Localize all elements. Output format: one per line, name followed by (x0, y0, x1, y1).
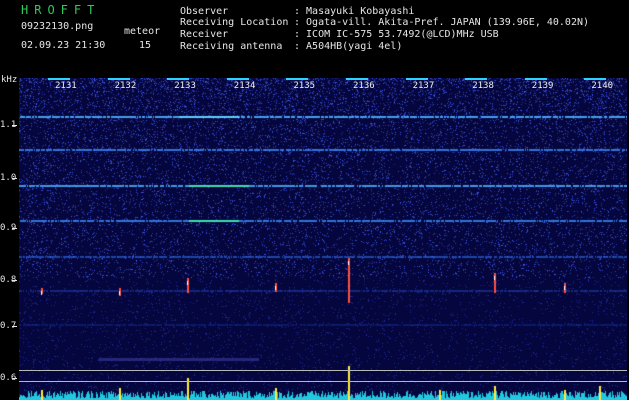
noise-field (19, 78, 627, 400)
location-label: Receiving Location (180, 17, 289, 28)
minute-marker (167, 78, 190, 80)
antenna-value: : A504HB(yagi 4el) (294, 41, 403, 52)
minute-label: 2137 (412, 81, 435, 91)
minute-label: 2134 (233, 81, 256, 91)
y-tick (12, 125, 17, 126)
minute-label: 2136 (353, 81, 375, 91)
minute-marker (346, 78, 368, 80)
y-tick (12, 326, 17, 327)
location-value: : Ogata-vill. Akita-Pref. JAPAN (139.96E… (294, 17, 590, 28)
observer-value: : Masayuki Kobayashi (294, 6, 415, 17)
y-tick (12, 228, 17, 229)
minute-marker (286, 78, 309, 80)
meteor-label: meteor (124, 26, 161, 37)
minute-label: 2139 (531, 81, 554, 91)
datetime: 02.09.23 21:30 (21, 40, 106, 51)
reference-line-upper (19, 370, 627, 371)
minute-marker (48, 78, 70, 80)
hrofft-logo: HROFFT (21, 3, 101, 17)
header: HROFFT 09232130.png 02.09.23 21:30 meteo… (0, 0, 629, 78)
minute-label: 2138 (472, 81, 494, 91)
filename: 09232130.png (21, 21, 94, 32)
y-tick (12, 178, 17, 179)
axis-unit: kHz (1, 75, 18, 85)
minute-label: 2131 (55, 81, 77, 91)
minute-marker (524, 78, 547, 80)
minute-label: 2135 (293, 81, 316, 91)
spectrogram: 2131 2132 2133 2134 2135 2136 2137 2138 2139 2140 (19, 78, 627, 400)
y-tick (12, 378, 17, 379)
minute-marker (405, 78, 428, 80)
observer-label: Observer (180, 6, 229, 17)
receiver-value: : ICOM IC-575 53.7492(@LCD)MHz USB (294, 29, 499, 40)
meteor-count: 15 (139, 40, 152, 51)
minute-label: 2132 (114, 81, 137, 91)
receiver-label: Receiver (180, 29, 229, 40)
minute-label: 2140 (591, 81, 614, 91)
reference-line-lower (19, 381, 627, 382)
antenna-label: Receiving antenna (180, 41, 283, 52)
y-tick (12, 280, 17, 281)
minute-marker (107, 78, 130, 80)
minute-label: 2133 (174, 81, 196, 91)
minute-marker (226, 78, 249, 80)
minute-marker (465, 78, 488, 80)
minute-marker (584, 78, 607, 80)
